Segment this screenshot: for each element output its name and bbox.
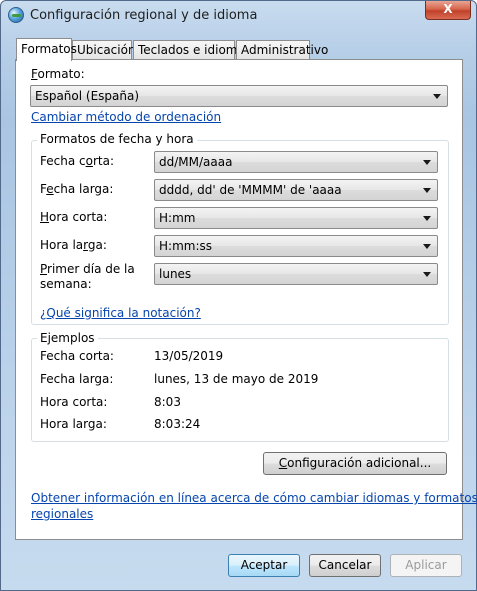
chevron-down-icon <box>423 272 431 277</box>
first-day-value: lunes <box>159 267 192 281</box>
additional-settings-button[interactable]: Configuración adicional... <box>263 452 447 475</box>
short-time-label: Hora corta: <box>40 210 108 224</box>
first-day-label: Primer día de la semana: <box>40 262 135 291</box>
window-title: Configuración regional y de idioma <box>30 8 258 23</box>
tab-formatos[interactable]: Formatos <box>16 38 77 61</box>
chevron-down-icon <box>423 216 431 221</box>
close-button[interactable]: X <box>425 1 471 20</box>
examples-title: Ejemplos <box>37 331 98 345</box>
example-short-date-value: 13/05/2019 <box>154 349 224 363</box>
formats-panel: Formato: Español (España) Cambiar método… <box>15 59 477 540</box>
example-long-date-label: Fecha larga: <box>40 372 114 386</box>
tab-ubicacion[interactable]: Ubicación <box>72 40 136 60</box>
online-info-link[interactable]: Obtener información en línea acerca de c… <box>31 490 477 522</box>
example-short-time-label: Hora corta: <box>40 395 108 409</box>
long-time-dropdown[interactable]: H:mm:ss <box>154 235 438 257</box>
tab-administrativo[interactable]: Administrativo <box>236 40 328 60</box>
date-time-formats-title: Formatos de fecha y hora <box>37 132 197 146</box>
example-short-date-label: Fecha corta: <box>40 349 114 363</box>
long-time-label: Hora larga: <box>40 238 107 252</box>
chevron-down-icon <box>423 244 431 249</box>
example-long-date-value: lunes, 13 de mayo de 2019 <box>154 372 319 386</box>
long-date-dropdown[interactable]: dddd, dd' de 'MMMM' de 'aaaa <box>154 179 438 201</box>
first-day-dropdown[interactable]: lunes <box>154 263 438 285</box>
example-long-time-value: 8:03:24 <box>154 417 201 431</box>
chevron-down-icon <box>433 94 441 99</box>
dialog-window: Configuración regional y de idioma X For… <box>0 0 477 591</box>
long-time-value: H:mm:ss <box>159 239 212 253</box>
short-time-value: H:mm <box>159 211 196 225</box>
format-value: Español (España) <box>35 89 140 103</box>
example-long-time-label: Hora larga: <box>40 417 107 431</box>
short-time-dropdown[interactable]: H:mm <box>154 207 438 229</box>
apply-button[interactable]: Aplicar <box>390 554 462 577</box>
notation-help-link[interactable]: ¿Qué significa la notación? <box>40 306 201 320</box>
format-dropdown[interactable]: Español (España) <box>30 85 448 107</box>
format-label: Formato: <box>31 67 85 81</box>
cancel-button[interactable]: Cancelar <box>309 554 381 577</box>
short-date-value: dd/MM/aaaa <box>159 155 233 169</box>
long-date-label: Fecha larga: <box>40 182 114 196</box>
chevron-down-icon <box>423 160 431 165</box>
title-bar[interactable]: Configuración regional y de idioma X <box>1 1 476 31</box>
globe-icon <box>8 7 24 23</box>
short-date-dropdown[interactable]: dd/MM/aaaa <box>154 151 438 173</box>
chevron-down-icon <box>423 188 431 193</box>
short-date-label: Fecha corta: <box>40 154 114 168</box>
change-sort-method-link[interactable]: Cambiar método de ordenación <box>31 110 221 124</box>
long-date-value: dddd, dd' de 'MMMM' de 'aaaa <box>159 183 342 197</box>
tab-teclados-idiomas[interactable]: Teclados e idiomas <box>133 40 251 60</box>
example-short-time-value: 8:03 <box>154 395 181 409</box>
ok-button[interactable]: Aceptar <box>228 554 300 577</box>
